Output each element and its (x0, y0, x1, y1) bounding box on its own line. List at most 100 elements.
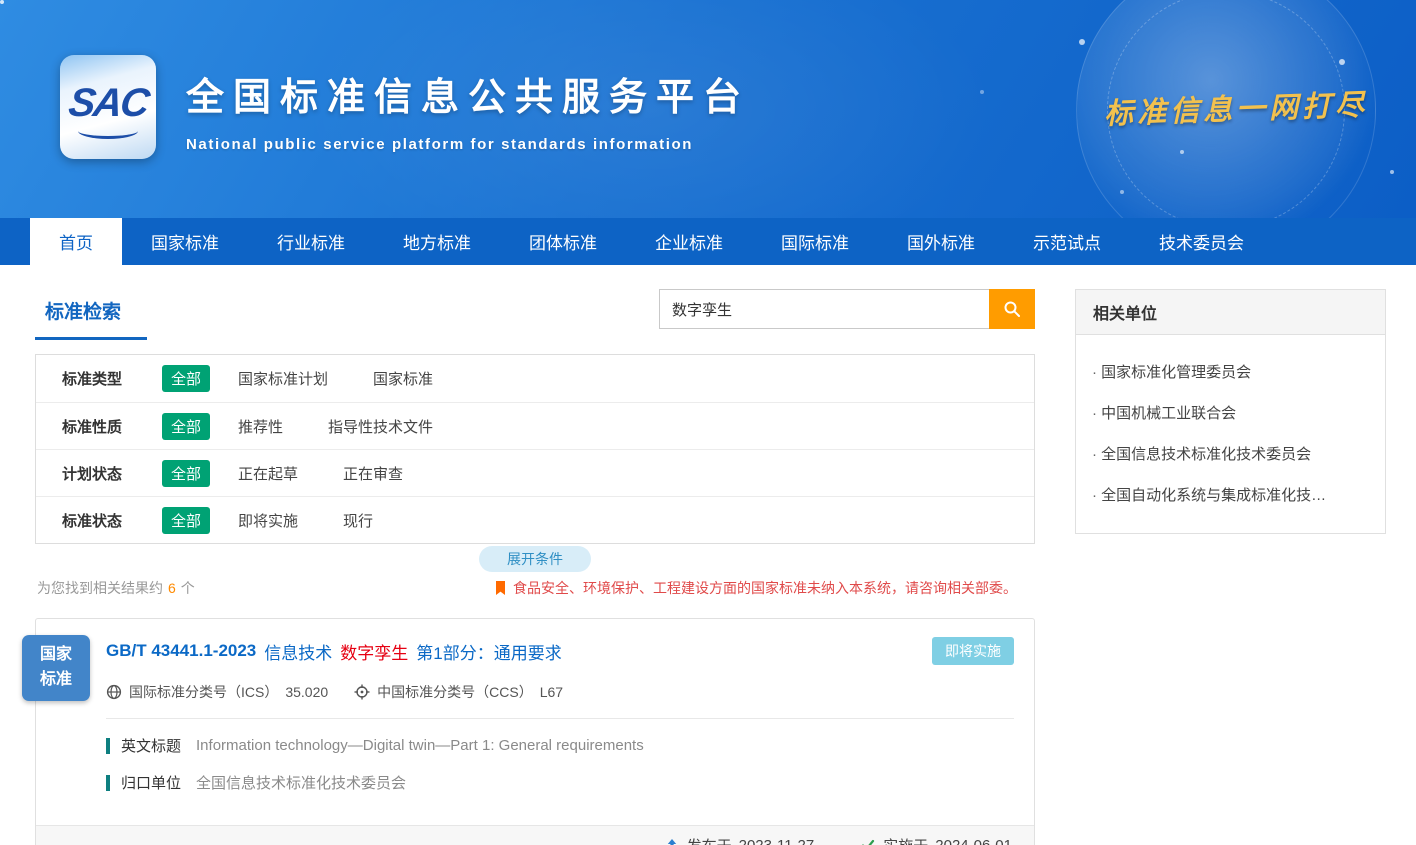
sac-logo[interactable]: SAC (60, 55, 156, 159)
standard-title-part[interactable]: 第1部分：通用要求 (416, 639, 561, 664)
sac-logo-text: SAC (66, 81, 151, 126)
ics-label: 国际标准分类号（ICS） (129, 682, 278, 702)
nav-item-national-standard[interactable]: 国家标准 (122, 218, 248, 265)
implement-info: 实施于 2024-06-01 (860, 835, 1012, 845)
ccs-group: 中国标准分类号（CCS） L67 (354, 682, 563, 702)
filter-options: 即将实施 现行 (238, 510, 373, 531)
nav-item-international-standard[interactable]: 国际标准 (752, 218, 878, 265)
sidebar-item-sac[interactable]: 国家标准化管理委员会 (1090, 351, 1371, 392)
logo-swoosh (78, 123, 138, 139)
filter-options: 推荐性 指导性技术文件 (238, 416, 433, 437)
search-icon (1003, 300, 1021, 318)
card-title-row: GB/T 43441.1-2023 信息技术 数字孪生 第1部分：通用要求 即将… (106, 637, 1014, 665)
main-content: 标准检索 标准类型 全部 国家标准计 (0, 265, 1416, 845)
filter-label: 计划状态 (62, 463, 162, 484)
nav-item-pilot[interactable]: 示范试点 (1004, 218, 1130, 265)
publish-info: 发布于 2023-11-27 (664, 835, 815, 845)
related-units-sidebar: 相关单位 国家标准化管理委员会 中国机械工业联合会 全国信息技术标准化技术委员会… (1075, 289, 1386, 845)
search-button[interactable] (989, 289, 1035, 329)
ccs-value: L67 (540, 684, 563, 700)
filter-box: 标准类型 全部 国家标准计划 国家标准 标准性质 全部 推荐性 指导性技术文件 (35, 354, 1035, 544)
result-summary: 为您找到相关结果约 6个 (37, 578, 195, 598)
result-count: 6 (168, 580, 176, 596)
target-icon (354, 684, 370, 700)
check-icon (860, 838, 876, 845)
nav-item-group-standard[interactable]: 团体标准 (500, 218, 626, 265)
nav-item-enterprise-standard[interactable]: 企业标准 (626, 218, 752, 265)
page-title: 标准检索 (35, 289, 147, 340)
filter-option[interactable]: 正在审查 (343, 463, 403, 484)
filter-all-button[interactable]: 全部 (162, 507, 210, 534)
info-label: 英文标题 (121, 735, 181, 756)
nav-item-industry-standard[interactable]: 行业标准 (248, 218, 374, 265)
filter-option[interactable]: 指导性技术文件 (328, 416, 433, 437)
system-notice: 食品安全、环境保护、工程建设方面的国家标准未纳入本系统，请咨询相关部委。 (494, 578, 1017, 598)
filter-option[interactable]: 推荐性 (238, 416, 283, 437)
nav-item-technical-committee[interactable]: 技术委员会 (1130, 218, 1273, 265)
summary-row: 为您找到相关结果约 6个 食品安全、环境保护、工程建设方面的国家标准未纳入本系统，… (37, 578, 1033, 598)
standard-code-link[interactable]: GB/T 43441.1-2023 (106, 641, 256, 661)
info-value: 全国信息技术标准化技术委员会 (196, 772, 406, 793)
english-title-row: 英文标题 Information technology—Digital twin… (106, 735, 1014, 756)
filter-label: 标准类型 (62, 368, 162, 389)
nav-item-local-standard[interactable]: 地方标准 (374, 218, 500, 265)
filter-options: 国家标准计划 国家标准 (238, 368, 433, 389)
ics-value: 35.020 (285, 684, 328, 700)
publish-icon (664, 838, 680, 845)
notice-text: 食品安全、环境保护、工程建设方面的国家标准未纳入本系统，请咨询相关部委。 (513, 578, 1017, 598)
card-meta-row: 国际标准分类号（ICS） 35.020 (106, 682, 1014, 719)
content-left: 标准检索 标准类型 全部 国家标准计 (35, 289, 1035, 845)
search-row: 标准检索 (35, 289, 1035, 340)
globe-icon (106, 684, 122, 700)
sidebar-item-machinery-federation[interactable]: 中国机械工业联合会 (1090, 392, 1371, 433)
filter-option[interactable]: 国家标准计划 (238, 368, 328, 389)
sidebar-item-it-standardization-committee[interactable]: 全国信息技术标准化技术委员会 (1090, 433, 1371, 474)
publish-date: 2023-11-27 (739, 837, 815, 845)
implement-date: 2024-06-01 (935, 837, 1012, 845)
sidebar-title: 相关单位 (1075, 289, 1386, 335)
badge-line: 国家 (40, 643, 72, 668)
filter-row-plan-status: 计划状态 全部 正在起草 正在审查 (36, 449, 1034, 496)
filter-all-button[interactable]: 全部 (162, 460, 210, 487)
site-title: 全国标准信息公共服务平台 (186, 66, 750, 121)
standard-title-highlight[interactable]: 数字孪生 (340, 639, 408, 664)
ics-group: 国际标准分类号（ICS） 35.020 (106, 682, 328, 702)
search-input[interactable] (659, 289, 989, 329)
publish-label: 发布于 (687, 835, 732, 845)
row-accent-bar (106, 775, 110, 791)
site-header: SAC 全国标准信息公共服务平台 National public service… (0, 0, 1416, 218)
filter-all-button[interactable]: 全部 (162, 365, 210, 392)
sidebar-list: 国家标准化管理委员会 中国机械工业联合会 全国信息技术标准化技术委员会 全国自动… (1075, 335, 1386, 534)
filter-option[interactable]: 国家标准 (373, 368, 433, 389)
flag-icon (494, 581, 507, 596)
summary-prefix: 为您找到相关结果约 (37, 580, 163, 596)
card-body: GB/T 43441.1-2023 信息技术 数字孪生 第1部分：通用要求 即将… (36, 619, 1034, 811)
page: SAC 全国标准信息公共服务平台 National public service… (0, 0, 1416, 845)
filter-option[interactable]: 即将实施 (238, 510, 298, 531)
standard-title-part[interactable]: 信息技术 (264, 639, 332, 664)
implement-label: 实施于 (883, 835, 928, 845)
expand-conditions-button[interactable]: 展开条件 (479, 546, 591, 572)
card-footer: 发布于 2023-11-27 实施于 2024-06-01 (36, 825, 1034, 845)
nav-item-foreign-standard[interactable]: 国外标准 (878, 218, 1004, 265)
sidebar-item-automation-committee[interactable]: 全国自动化系统与集成标准化技… (1090, 474, 1371, 515)
filter-row-standard-type: 标准类型 全部 国家标准计划 国家标准 (36, 355, 1034, 402)
badge-line: 标准 (40, 668, 72, 693)
filter-option[interactable]: 正在起草 (238, 463, 298, 484)
standard-type-badge: 国家 标准 (22, 635, 90, 701)
ccs-label: 中国标准分类号（CCS） (377, 682, 533, 702)
filter-all-button[interactable]: 全部 (162, 413, 210, 440)
info-value: Information technology—Digital twin—Part… (196, 737, 644, 754)
nav-item-home[interactable]: 首页 (30, 218, 122, 265)
committee-row: 归口单位 全国信息技术标准化技术委员会 (106, 772, 1014, 793)
main-nav: 首页 国家标准 行业标准 地方标准 团体标准 企业标准 国际标准 国外标准 示范… (0, 218, 1416, 265)
status-badge: 即将实施 (932, 637, 1014, 665)
summary-suffix: 个 (181, 580, 195, 596)
filter-label: 标准性质 (62, 416, 162, 437)
row-accent-bar (106, 738, 110, 754)
filter-label: 标准状态 (62, 510, 162, 531)
filter-row-standard-status: 标准状态 全部 即将实施 现行 (36, 496, 1034, 543)
filter-options: 正在起草 正在审查 (238, 463, 403, 484)
filter-row-standard-nature: 标准性质 全部 推荐性 指导性技术文件 (36, 402, 1034, 449)
filter-option[interactable]: 现行 (343, 510, 373, 531)
